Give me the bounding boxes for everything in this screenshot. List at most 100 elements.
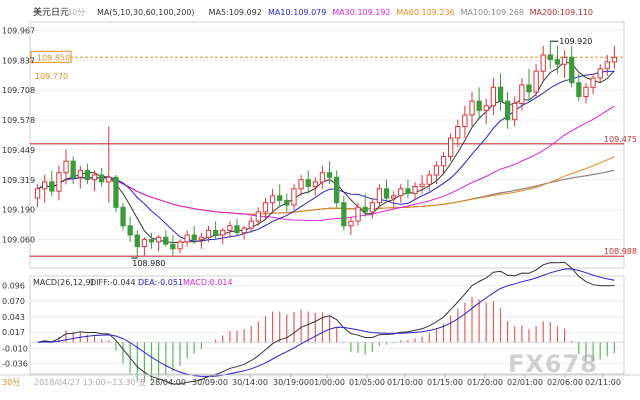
time-tick-label: 01/20:00 [467,378,503,387]
candle-body [262,202,269,213]
candle-body [583,86,589,98]
candle-body [533,70,539,93]
candle-body [369,202,376,213]
time-tick-label: 30/14:00 [232,378,268,387]
candle-body [220,229,226,236]
macd-macd-value: MACD:0.014 [183,278,233,287]
candle-body [241,227,247,234]
candle-body [355,206,361,222]
candle-body [91,174,98,181]
price-tick-label: 109.578 [2,116,35,125]
time-tick-label: 01/00:00 [309,378,345,387]
candle-body [42,181,48,190]
candle-body [113,176,119,208]
candle-body [604,61,611,70]
candle-body [433,165,440,176]
candle-body [34,188,41,199]
candle-body [227,225,233,231]
candle-body [248,220,254,229]
candle-body [576,82,582,97]
candle-body [526,84,532,93]
candle-body [398,188,404,197]
candle-body [440,156,447,167]
candle-body [134,234,140,247]
candle-body [255,211,262,222]
ma-legend-item: MA30:109.192 [332,8,390,17]
candle-body [362,206,368,213]
candle-body [148,239,155,243]
candle-body [412,186,418,194]
macd-tick-label: 0.043 [2,313,25,322]
candle-body [448,137,454,158]
time-tick-label: 30/09:00 [192,378,228,387]
candle-body [120,206,126,227]
ma-legend-item: MA5:109.092 [209,8,262,17]
low-annotation: 108.980 [132,259,165,268]
ma-legend-item: MA10:109.079 [268,8,326,17]
candle-body [597,68,603,79]
price-tick-label: 109.449 [2,146,35,155]
candle-body [405,188,411,194]
candle-body [298,179,304,190]
candle-body [305,179,311,188]
candle-body [426,174,432,185]
candle-body [326,172,333,178]
price-tick-label: 109.708 [2,86,35,95]
candle-body [483,105,489,111]
candle-body [56,172,62,192]
forex-chart: 109.475 108.988 109.850 109.770 109.967 109.… [0,6,640,387]
macd-tick-label: -0.010 [2,344,28,353]
candle-body [284,199,290,206]
candle-body [84,169,91,181]
candle [120,202,126,231]
candle-body [205,229,212,238]
candle-body [184,234,190,243]
candle-body [312,181,319,187]
time-tick-label: 01/05:00 [349,378,385,387]
candle-body [106,176,112,183]
macd-dea-value: DEA:-0.051 [138,278,183,287]
time-tick-label: 2018/04/27 13:00~13:30 五 [34,378,146,387]
price-tick-label: 109.319 [2,176,35,185]
candle-body [319,172,326,183]
candle-body [63,160,69,174]
ma-legend-item: MA100:109.268 [461,8,524,17]
ma-legend-item: MA200:109.110 [530,8,593,17]
candle-body [213,229,219,236]
candle-body [191,234,197,241]
candle-body [170,243,176,250]
candle-body [569,56,575,84]
level-label: 109.475 [604,135,637,144]
candle-body [141,239,148,248]
candle-body [334,176,340,204]
candle-body [590,77,596,88]
macd-panel-frame [29,275,625,375]
candle-body [177,241,183,250]
macd-diff-value: DIFF:-0.044 [90,278,136,287]
candle-body [505,100,511,121]
candle-body [376,188,383,204]
candle-body [383,188,390,199]
candle-body [561,56,568,65]
price-panel: 109.475 108.988 109.850 109.770 109.967 109.… [2,21,637,269]
ma-header-label: MA(5,10,30,60,100,200) [97,8,195,17]
candle-body [127,225,133,236]
time-tick-label: 30/19:00 [273,378,309,387]
level-label: 108.988 [604,247,637,256]
macd-tick-label: 0.017 [2,328,25,337]
symbol-label: 美元日元 [33,6,69,18]
macd-tick-label: -0.036 [2,360,28,369]
candle [113,175,119,212]
time-tick-label: 02/01:00 [507,378,543,387]
candle-body [277,195,283,201]
candle-body [497,86,504,102]
price-tick-label: 109.060 [2,236,35,245]
candle-body [512,103,518,121]
candle-body [462,114,468,127]
candle-body [163,236,169,245]
candle-body [419,183,425,187]
macd-tick-label: 0.096 [2,281,25,290]
macd-axis: 0.096 0.070 0.043 0.017 -0.010 -0.036 [2,281,28,368]
candle-body [611,56,618,63]
candle-body [234,225,240,234]
